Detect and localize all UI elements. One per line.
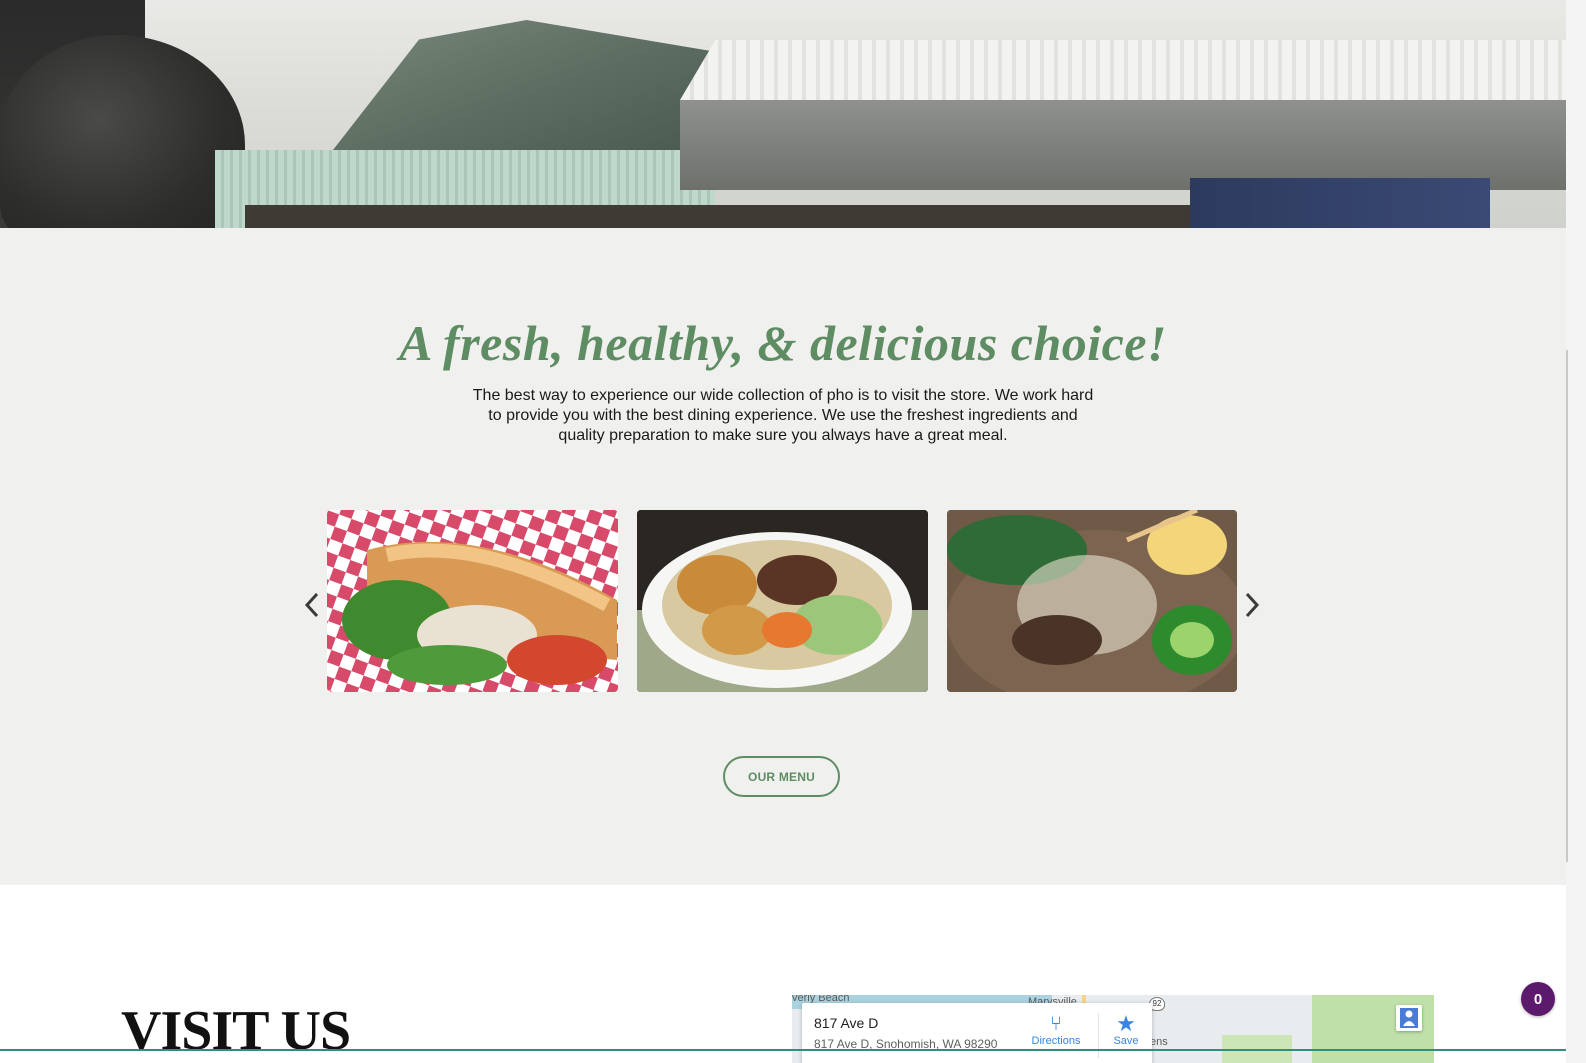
visit-section: VISIT US verly Beach Marysville ens 92 8…	[0, 885, 1566, 1063]
location-map[interactable]: verly Beach Marysville ens 92 817 Ave D …	[792, 995, 1434, 1063]
carousel-slide-pho[interactable]	[947, 510, 1237, 692]
hero-awning-shade	[680, 100, 1566, 190]
map-directions-button[interactable]: ⑂ Directions	[1028, 1013, 1084, 1047]
map-place-title: 817 Ave D	[814, 1015, 879, 1031]
vermicelli-bowl-image	[637, 510, 928, 692]
map-directions-label: Directions	[1031, 1035, 1081, 1047]
map-label-ens: ens	[1150, 1036, 1168, 1048]
fresh-section: A fresh, healthy, & delicious choice! Th…	[0, 228, 1566, 885]
directions-icon: ⑂	[1050, 1013, 1062, 1035]
carousel-slide-vermicelli[interactable]	[637, 510, 928, 692]
carousel-next-button[interactable]	[1239, 590, 1263, 620]
fresh-heading: A fresh, healthy, & delicious choice!	[398, 315, 1168, 371]
fresh-description: The best way to experience our wide coll…	[472, 387, 1094, 444]
street-view-pegman-icon[interactable]	[1396, 1005, 1422, 1031]
our-menu-button[interactable]: OUR MENU	[723, 756, 840, 797]
cart-count-badge[interactable]: 0	[1521, 982, 1555, 1016]
map-save-label: Save	[1113, 1035, 1139, 1047]
map-card-divider	[1098, 1013, 1099, 1058]
chevron-right-icon	[1245, 592, 1260, 618]
star-icon: ★	[1116, 1011, 1136, 1036]
scrollbar-thumb[interactable]	[1566, 350, 1568, 862]
hero-person-silhouette	[0, 35, 245, 228]
banh-mi-sandwich-image	[327, 510, 618, 692]
pho-soup-image	[947, 510, 1237, 692]
chevron-left-icon	[304, 592, 319, 618]
carousel-slide-banh-mi[interactable]	[327, 510, 618, 692]
map-place-card: 817 Ave D 817 Ave D, Snohomish, WA 98290…	[802, 1003, 1152, 1063]
footer-accent-line	[0, 1049, 1566, 1051]
map-save-button[interactable]: ★ Save	[1107, 1011, 1145, 1048]
hero-floor	[245, 205, 1190, 228]
carousel-prev-button[interactable]	[301, 590, 325, 620]
hero-roof	[333, 20, 720, 150]
hero-image	[0, 0, 1566, 228]
visit-heading: VISIT US	[121, 1000, 351, 1062]
scrollbar-track[interactable]	[1566, 0, 1586, 1063]
hero-blue-sign	[1190, 178, 1490, 228]
